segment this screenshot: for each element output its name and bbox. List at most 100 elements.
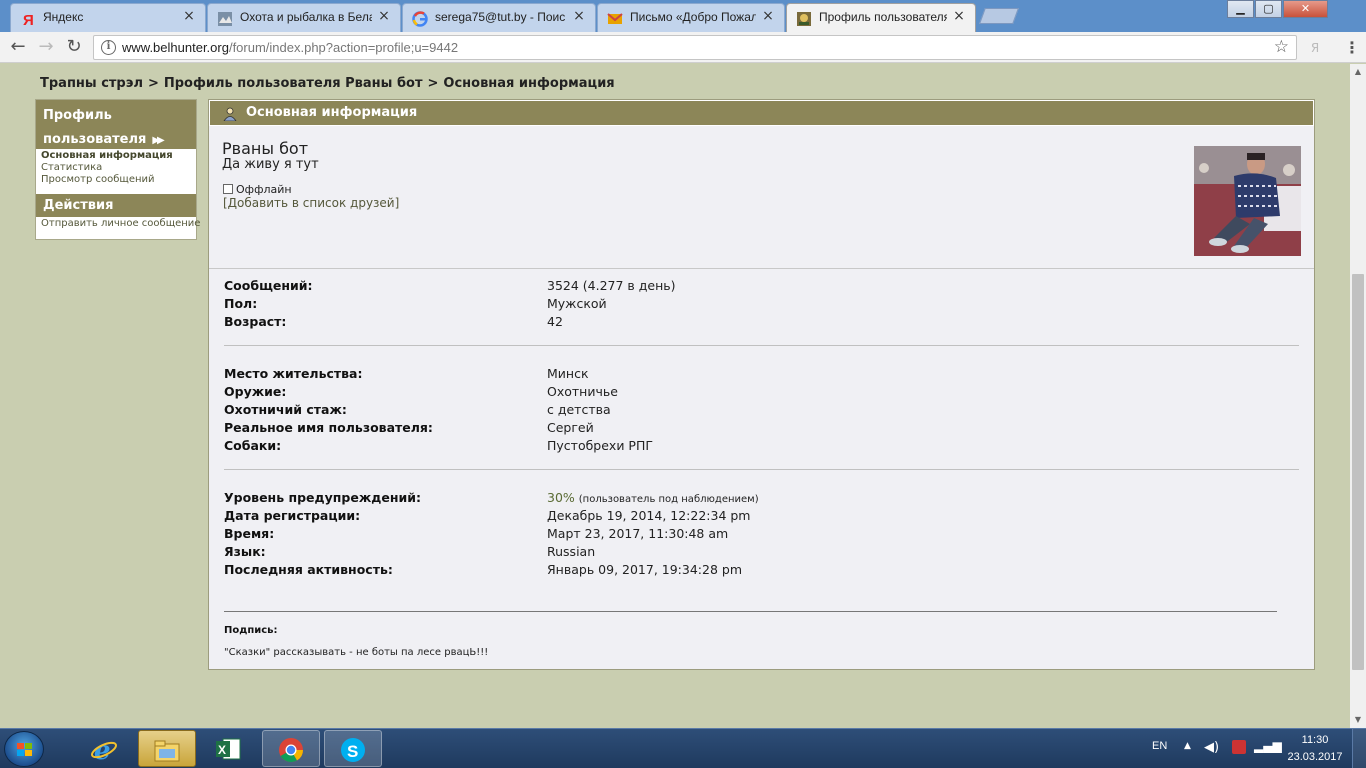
tab-title: Охота и рыбалка в Бела: [240, 10, 372, 24]
reload-icon[interactable]: ↻: [64, 37, 84, 57]
stats-group-activity: Уровень предупреждений: 30% (пользователь…: [224, 490, 1299, 580]
url-host: www.belhunter.org: [122, 40, 229, 55]
page-scrollbar[interactable]: ▲ ▼: [1350, 64, 1366, 728]
yandex-extension-icon[interactable]: Я: [1306, 39, 1324, 57]
stat-value: Сергей: [547, 420, 594, 435]
divider: [224, 469, 1299, 470]
breadcrumb: Трапны стрэл > Профиль пользователя Рваны …: [40, 76, 615, 91]
volume-icon[interactable]: ◀): [1204, 740, 1219, 755]
stat-value: 42: [547, 314, 563, 329]
chrome-icon: [279, 738, 303, 763]
tab-mail[interactable]: Письмо «Добро Пожало ×: [597, 3, 785, 32]
menu-icon[interactable]: ⋮: [1343, 39, 1361, 57]
show-desktop-button[interactable]: [1352, 729, 1366, 768]
scroll-thumb[interactable]: [1352, 274, 1364, 670]
stat-value: Пустобрехи РПГ: [547, 438, 653, 453]
fast-forward-icon: ▶▶: [152, 135, 165, 146]
stats-group-custom: Место жительства: Минск Оружие: Охотничье …: [224, 366, 1299, 456]
maximize-button[interactable]: ▢: [1255, 0, 1282, 18]
sidebar-profile-heading: Профиль пользователя ▶▶: [36, 100, 196, 149]
stat-row: Время: Март 23, 2017, 11:30:48 am: [224, 526, 1299, 544]
forward-icon[interactable]: →: [36, 37, 56, 57]
stat-label: Реальное имя пользователя:: [224, 420, 433, 435]
sidebar-item-statistics[interactable]: Статистика: [41, 162, 191, 174]
page-viewport: Трапны стрэл > Профиль пользователя Рваны …: [0, 64, 1350, 728]
clock-date[interactable]: 23.03.2017: [1280, 751, 1350, 763]
scroll-up-icon[interactable]: ▲: [1350, 64, 1366, 80]
taskbar-explorer[interactable]: [138, 730, 196, 767]
stat-row: Оружие: Охотничье: [224, 384, 1299, 402]
close-window-button[interactable]: ✕: [1283, 0, 1328, 18]
sidebar-item-summary[interactable]: Основная информация: [41, 150, 191, 162]
stat-label: Уровень предупреждений:: [224, 490, 421, 505]
scroll-down-icon[interactable]: ▼: [1350, 712, 1366, 728]
breadcrumb-board[interactable]: Трапны стрэл: [40, 76, 143, 91]
tab-hunting-site[interactable]: Охота и рыбалка в Бела ×: [207, 3, 401, 32]
stat-label: Время:: [224, 526, 275, 541]
file-explorer-icon: [154, 740, 180, 762]
stat-value: Минск: [547, 366, 589, 381]
taskbar-ie[interactable]: e: [76, 730, 134, 767]
stat-value: с детства: [547, 402, 611, 417]
signal-icon[interactable]: ▂▄▆: [1254, 739, 1282, 753]
back-icon[interactable]: ←: [8, 37, 28, 57]
user-title: Да живу я тут: [222, 157, 319, 172]
stat-row: Собаки: Пустобрехи РПГ: [224, 438, 1299, 456]
address-bar[interactable]: i www.belhunter.org/forum/index.php?acti…: [93, 35, 1297, 60]
show-hidden-icons-icon[interactable]: ▲: [1184, 741, 1191, 751]
profile-panel-header: Основная информация: [209, 100, 1314, 126]
offline-icon: [223, 184, 233, 194]
warning-percent[interactable]: 30%: [547, 490, 575, 505]
network-alert-icon[interactable]: [1232, 740, 1246, 754]
stat-label: Оружие:: [224, 384, 287, 399]
stat-row: Последняя активность: Январь 09, 2017, 19…: [224, 562, 1299, 580]
profile-summary: Рваны бот Да живу я тут Оффлайн [Добавит…: [209, 126, 1314, 269]
stat-label: Собаки:: [224, 438, 282, 453]
stat-row: Пол: Мужской: [224, 296, 1299, 314]
clock-time[interactable]: 11:30: [1290, 734, 1340, 746]
sidebar-actions-heading: Действия: [36, 194, 196, 217]
add-friend-link[interactable]: [Добавить в список друзей]: [223, 196, 399, 210]
stat-row: Место жительства: Минск: [224, 366, 1299, 384]
sidebar-item-show-posts[interactable]: Просмотр сообщений: [41, 174, 191, 186]
tab-yandex[interactable]: Я Яндекс ×: [10, 3, 206, 32]
tab-profile[interactable]: Профиль пользователя ×: [786, 3, 976, 32]
mail-icon: [607, 11, 623, 27]
language-indicator[interactable]: EN: [1152, 740, 1167, 752]
svg-text:S: S: [347, 742, 358, 761]
stat-value: Март 23, 2017, 11:30:48 am: [547, 526, 729, 541]
warning-level: 30% (пользователь под наблюдением): [547, 490, 759, 505]
taskbar-excel[interactable]: X: [200, 730, 258, 767]
close-icon[interactable]: ×: [952, 9, 966, 23]
close-icon[interactable]: ×: [572, 9, 586, 23]
stat-label: Сообщений:: [224, 278, 313, 293]
excel-icon: X: [216, 738, 241, 760]
stat-label: Охотничий стаж:: [224, 402, 347, 417]
sidebar-profile-heading-line1: Профиль: [43, 108, 112, 123]
new-tab-button[interactable]: [979, 8, 1019, 24]
close-icon[interactable]: ×: [182, 9, 196, 23]
hunting-site-icon: [217, 11, 233, 27]
sidebar-item-send-pm[interactable]: Отправить личное сообщение: [41, 218, 200, 230]
tab-google[interactable]: serega75@tut.by - Поис ×: [402, 3, 596, 32]
taskbar-skype[interactable]: S: [324, 730, 382, 767]
stats-group-posts: Сообщений: 3524 (4.277 в день) Пол: Мужско…: [224, 278, 1299, 332]
breadcrumb-current[interactable]: Основная информация: [443, 76, 614, 91]
forum-icon: [796, 11, 812, 27]
start-button[interactable]: [4, 731, 44, 767]
bookmark-star-icon[interactable]: ☆: [1274, 37, 1289, 57]
url-text[interactable]: www.belhunter.org/forum/index.php?action…: [122, 40, 458, 55]
tab-title: serega75@tut.by - Поис: [435, 10, 566, 24]
info-icon[interactable]: i: [101, 40, 116, 55]
close-icon[interactable]: ×: [761, 9, 775, 23]
signature-label: Подпись:: [224, 625, 278, 636]
close-icon[interactable]: ×: [377, 9, 391, 23]
skype-icon: S: [341, 738, 365, 762]
minimize-button[interactable]: ▁: [1227, 0, 1254, 18]
stat-row: Дата регистрации: Декабрь 19, 2014, 12:22…: [224, 508, 1299, 526]
stat-label: Последняя активность:: [224, 562, 393, 577]
taskbar-chrome[interactable]: [262, 730, 320, 767]
sidebar-action-links: Отправить личное сообщение: [36, 217, 200, 230]
browser-tab-strip: Я Яндекс × Охота и рыбалка в Бела × sere…: [0, 0, 1366, 32]
breadcrumb-profile[interactable]: Профиль пользователя Рваны бот: [164, 76, 423, 91]
